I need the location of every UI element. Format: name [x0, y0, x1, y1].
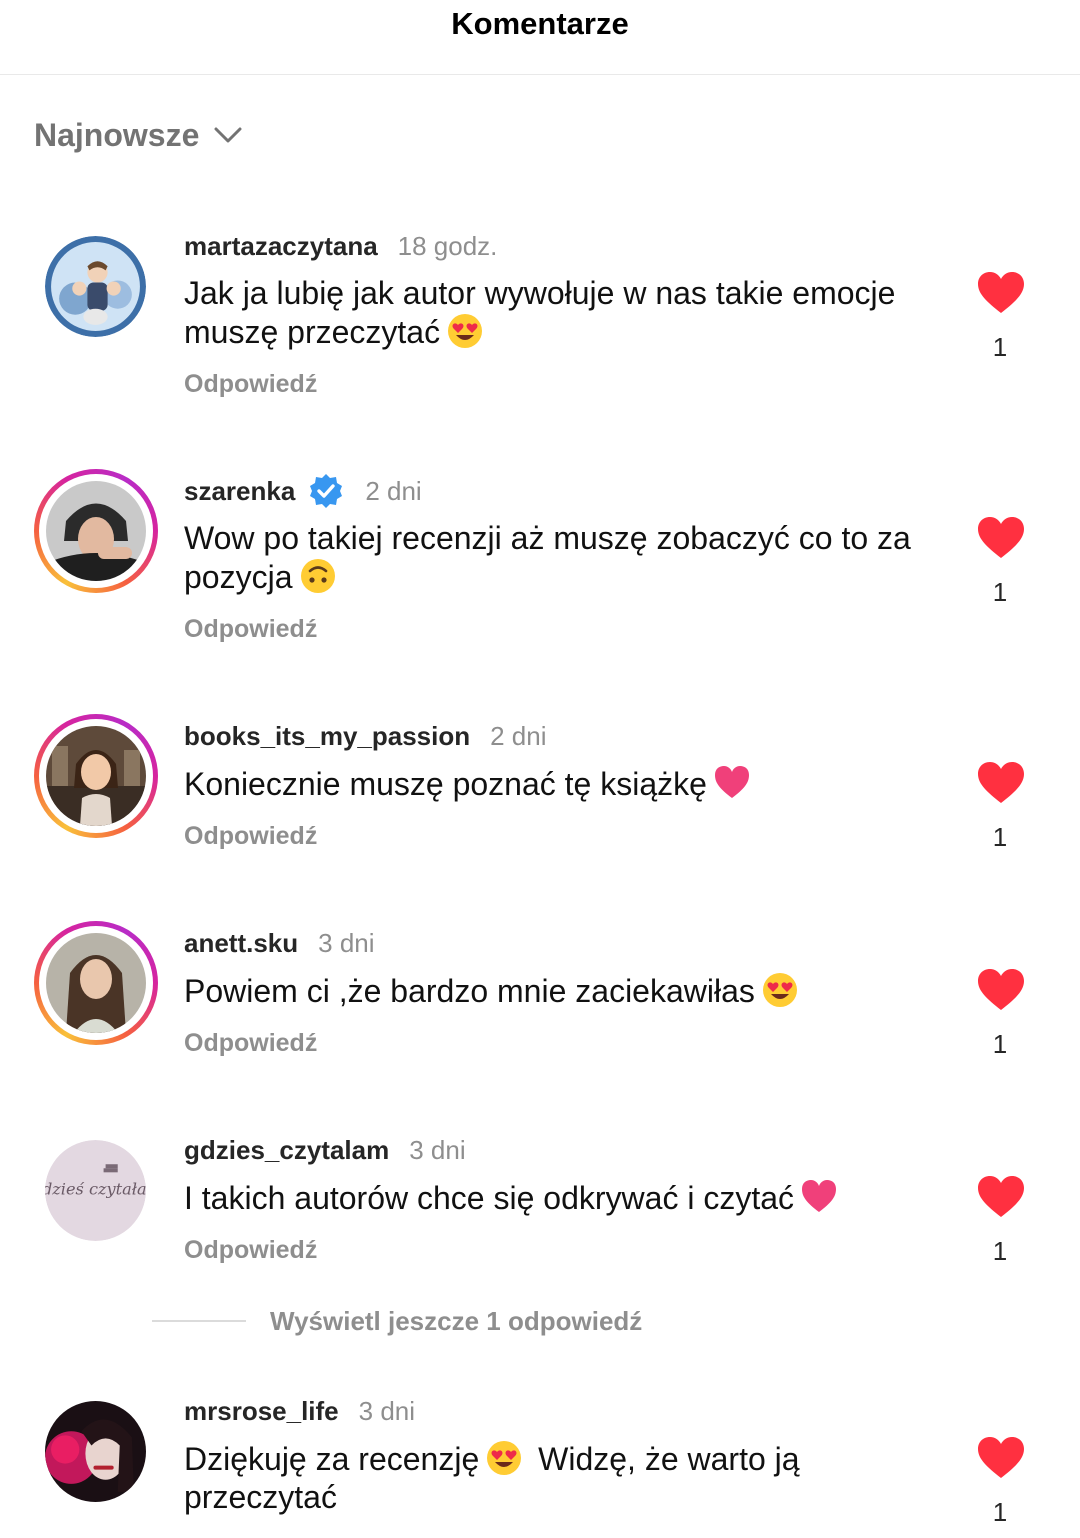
- comment-time: 3 dni: [358, 1395, 416, 1426]
- comment-body-before: Dziękuję za recenzję: [184, 1441, 480, 1477]
- reply-button[interactable]: Odpowiedź: [184, 1236, 317, 1265]
- reply-button[interactable]: Odpowiedź: [184, 1029, 317, 1058]
- like-heart-icon[interactable]: [977, 1437, 1025, 1479]
- avatar[interactable]: [34, 1389, 158, 1513]
- username[interactable]: gdzies_czytalam: [184, 1135, 389, 1166]
- heart-emoji: [800, 1178, 838, 1216]
- like-count: 1: [992, 822, 1008, 852]
- comment-text: Powiem ci ,że bardzo mnie zaciekawiłas: [184, 971, 934, 1010]
- reply-button[interactable]: Odpowiedź: [184, 370, 317, 399]
- heart-eyes-emoji: [446, 312, 484, 350]
- comment-time: 18 godz.: [397, 230, 498, 261]
- view-more-replies-button[interactable]: Wyświetl jeszcze 1 odpowiedź: [152, 1302, 642, 1340]
- avatar[interactable]: [34, 921, 158, 1045]
- avatar-logo-text: Gdzieś czytałam: [45, 1180, 146, 1199]
- comment-text: Jak ja lubię jak autor wywołuje w nas ta…: [184, 274, 934, 351]
- like-count: 1: [992, 577, 1008, 607]
- avatar[interactable]: [34, 469, 158, 593]
- verified-badge-icon: [307, 472, 345, 510]
- username[interactable]: anett.sku: [184, 928, 298, 959]
- comment-meta: szarenka 2 dni: [184, 472, 422, 510]
- avatar[interactable]: Gdzieś czytałam: [34, 1128, 158, 1252]
- comment-time: 3 dni: [409, 1134, 466, 1165]
- page-title: Komentarze: [451, 6, 629, 41]
- avatar[interactable]: [34, 224, 158, 348]
- like-heart-icon[interactable]: [977, 272, 1025, 314]
- like-heart-icon[interactable]: [977, 1176, 1025, 1218]
- username[interactable]: szarenka: [184, 476, 295, 507]
- like-heart-icon[interactable]: [977, 969, 1025, 1011]
- comment-meta: anett.sku 3 dni: [184, 927, 375, 959]
- like-count: 1: [992, 1029, 1008, 1059]
- view-more-replies-label: Wyświetl jeszcze 1 odpowiedź: [270, 1305, 643, 1336]
- comment-body: Wow po takiej recenzji aż muszę zobaczyć…: [184, 520, 911, 595]
- comment-text: Dziękuję za recenzję Widzę, że warto ją …: [184, 1439, 824, 1516]
- upside-down-face-emoji: [299, 557, 337, 595]
- comment-body: Powiem ci ,że bardzo mnie zaciekawiłas: [184, 973, 755, 1009]
- sort-dropdown[interactable]: Najnowsze: [34, 115, 243, 155]
- header: Komentarze: [0, 0, 1080, 75]
- chevron-down-icon: [213, 125, 243, 145]
- username[interactable]: martazaczytana: [184, 231, 378, 262]
- comment-meta: books_its_my_passion 2 dni: [184, 720, 547, 752]
- like-count: 1: [992, 1497, 1008, 1527]
- comment-meta: martazaczytana 18 godz.: [184, 230, 497, 262]
- like-heart-icon[interactable]: [977, 517, 1025, 559]
- heart-eyes-emoji: [761, 971, 799, 1009]
- comment-body: Koniecznie muszę poznać tę książkę: [184, 766, 707, 802]
- like-count: 1: [992, 332, 1008, 362]
- comment-text: I takich autorów chce się odkrywać i czy…: [184, 1178, 934, 1217]
- comment-time: 2 dni: [365, 475, 422, 506]
- reply-button[interactable]: Odpowiedź: [184, 615, 317, 644]
- reply-button[interactable]: Odpowiedź: [184, 822, 317, 851]
- comment-body: I takich autorów chce się odkrywać i czy…: [184, 1180, 795, 1216]
- divider: [152, 1320, 246, 1322]
- comment-time: 3 dni: [318, 927, 375, 958]
- sort-label: Najnowsze: [34, 116, 200, 153]
- comment-text: Koniecznie muszę poznać tę książkę: [184, 764, 934, 803]
- username[interactable]: mrsrose_life: [184, 1396, 339, 1427]
- heart-eyes-emoji: [485, 1439, 523, 1477]
- like-heart-icon[interactable]: [977, 762, 1025, 804]
- comment-body: Jak ja lubię jak autor wywołuje w nas ta…: [184, 275, 896, 350]
- username[interactable]: books_its_my_passion: [184, 721, 470, 752]
- avatar[interactable]: [34, 714, 158, 838]
- heart-emoji: [713, 764, 751, 802]
- comment-meta: gdzies_czytalam 3 dni: [184, 1134, 466, 1166]
- comment-text: Wow po takiej recenzji aż muszę zobaczyć…: [184, 519, 934, 596]
- comment-time: 2 dni: [490, 720, 547, 751]
- like-count: 1: [992, 1236, 1008, 1266]
- comment-meta: mrsrose_life 3 dni: [184, 1395, 415, 1427]
